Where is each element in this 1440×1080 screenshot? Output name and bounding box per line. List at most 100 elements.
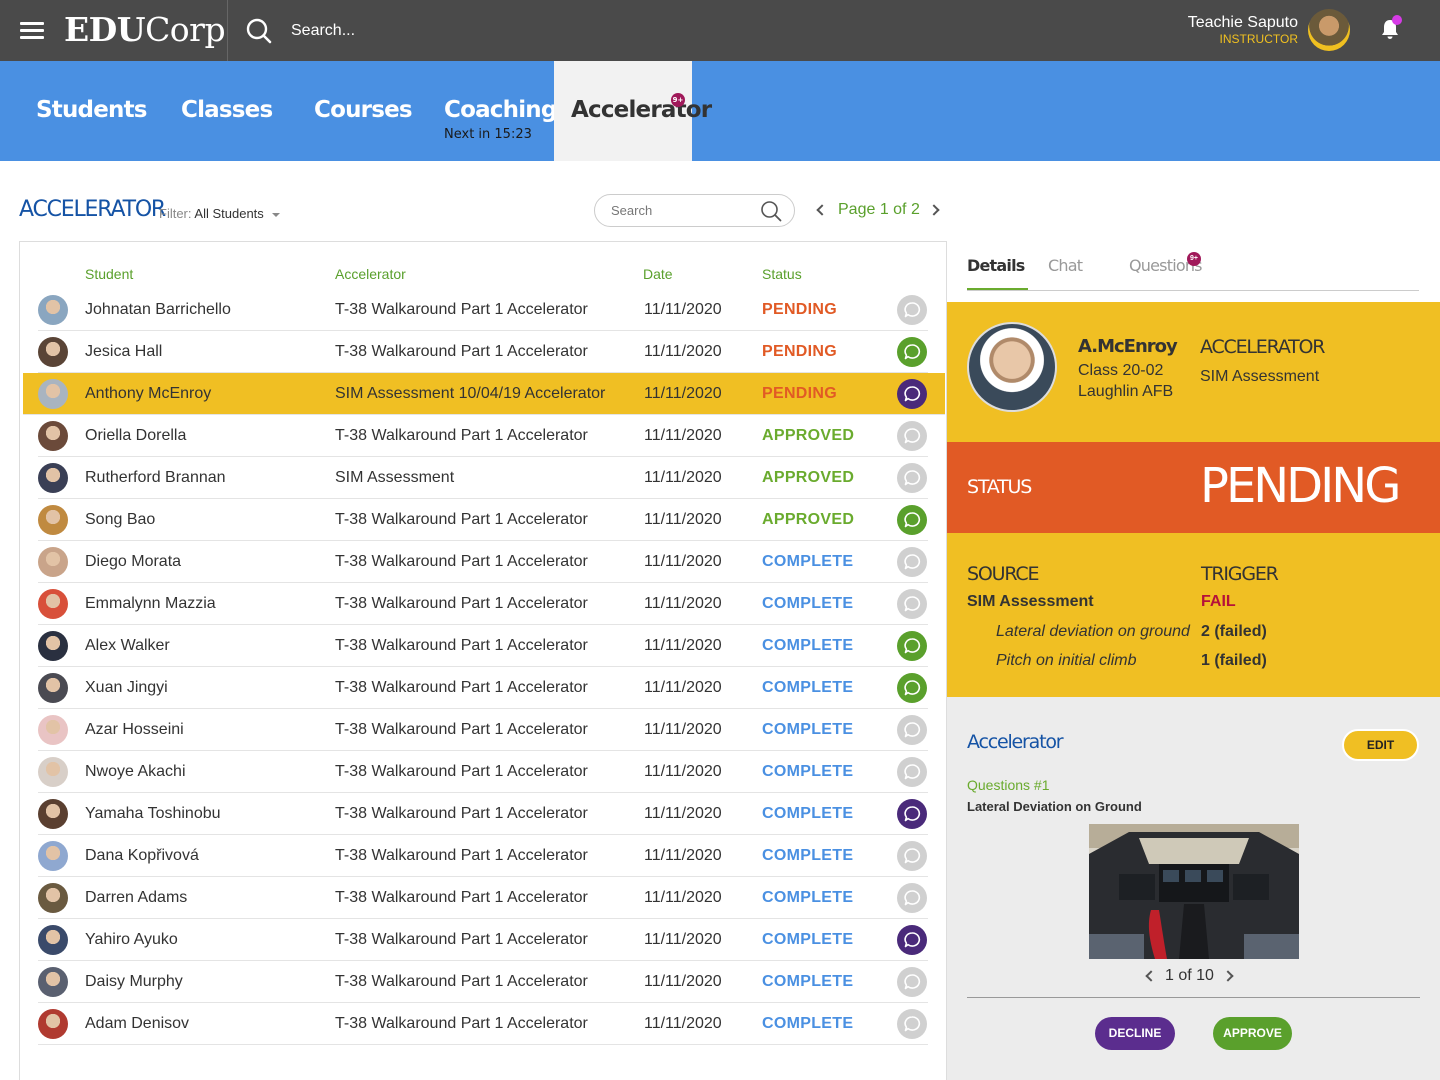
table-row[interactable]: Anthony McEnroy SIM Assessment 10/04/19 A… xyxy=(23,373,945,415)
chat-bubble-icon[interactable] xyxy=(897,631,927,661)
chat-bubble-icon[interactable] xyxy=(897,883,927,913)
chat-bubble-icon[interactable] xyxy=(897,295,927,325)
chat-bubble-icon[interactable] xyxy=(897,463,927,493)
decline-button[interactable]: DECLINE xyxy=(1095,1017,1175,1050)
date-cell: 11/11/2020 xyxy=(644,595,722,612)
student-name: Yahiro Ayuko xyxy=(85,931,178,948)
table-row[interactable]: Adam Denisov T-38 Walkaround Part 1 Accel… xyxy=(38,1003,928,1045)
student-name: Alex Walker xyxy=(85,637,170,654)
avatar xyxy=(38,337,68,367)
filter-label: Filter: xyxy=(159,206,192,221)
tab-chat[interactable]: Chat xyxy=(1048,256,1083,275)
student-profile-card: A.McEnroy Class 20-02 Laughlin AFB ACCEL… xyxy=(947,302,1440,442)
table-row[interactable]: Oriella Dorella T-38 Walkaround Part 1 Ac… xyxy=(38,415,928,457)
table-pager: Page 1 of 2 xyxy=(816,201,940,219)
date-cell: 11/11/2020 xyxy=(644,763,722,780)
table-row[interactable]: Yamaha Toshinobu T-38 Walkaround Part 1 A… xyxy=(38,793,928,835)
student-name: Daisy Murphy xyxy=(85,973,183,990)
tab-label: Classes xyxy=(181,97,273,123)
table-row[interactable]: Rutherford Brannan SIM Assessment 11/11/20… xyxy=(38,457,928,499)
table-row[interactable]: Jesica Hall T-38 Walkaround Part 1 Accele… xyxy=(38,331,928,373)
chevron-right-icon[interactable] xyxy=(928,204,940,216)
chat-bubble-icon[interactable] xyxy=(897,715,927,745)
notification-badge: 9+ xyxy=(1187,252,1201,266)
table-row[interactable]: Song Bao T-38 Walkaround Part 1 Accelerat… xyxy=(38,499,928,541)
chat-bubble-icon[interactable] xyxy=(897,967,927,997)
global-search-input[interactable]: Search... xyxy=(291,22,355,40)
hamburger-menu-icon[interactable] xyxy=(20,22,44,40)
table-row[interactable]: Dana Kopřivová T-38 Walkaround Part 1 Acc… xyxy=(38,835,928,877)
user-role: INSTRUCTOR xyxy=(1219,32,1298,46)
chat-bubble-icon[interactable] xyxy=(897,841,927,871)
chat-bubble-icon[interactable] xyxy=(897,547,927,577)
main-nav: Students Classes Courses Coaching Next i… xyxy=(0,61,1440,161)
avatar xyxy=(38,631,68,661)
student-filter-dropdown[interactable]: Filter: All Students xyxy=(159,206,280,221)
column-header-date[interactable]: Date xyxy=(643,266,673,282)
accelerator-name: T-38 Walkaround Part 1 Accelerator xyxy=(335,595,588,612)
avatar xyxy=(38,379,68,409)
table-row[interactable]: Emmalynn Mazzia T-38 Walkaround Part 1 Ac… xyxy=(38,583,928,625)
chat-bubble-icon[interactable] xyxy=(897,757,927,787)
approve-button[interactable]: APPROVE xyxy=(1213,1017,1292,1050)
chat-bubble-icon[interactable] xyxy=(897,673,927,703)
cockpit-image[interactable] xyxy=(1089,824,1299,959)
table-search-input[interactable] xyxy=(611,203,751,218)
table-row[interactable]: Daisy Murphy T-38 Walkaround Part 1 Accel… xyxy=(38,961,928,1003)
tab-label: Accelerator xyxy=(571,97,712,123)
chevron-right-icon[interactable] xyxy=(1222,970,1234,982)
chat-bubble-icon[interactable] xyxy=(897,421,927,451)
failed-item-count: 2 (failed) xyxy=(1201,623,1267,640)
accelerator-name: T-38 Walkaround Part 1 Accelerator xyxy=(335,511,588,528)
table-row[interactable]: Darren Adams T-38 Walkaround Part 1 Accel… xyxy=(38,877,928,919)
student-name: Xuan Jingyi xyxy=(85,679,168,696)
status-value: PENDING xyxy=(1200,458,1401,514)
table-row[interactable]: Nwoye Akachi T-38 Walkaround Part 1 Accel… xyxy=(38,751,928,793)
status-cell: COMPLETE xyxy=(762,1015,854,1032)
table-row[interactable]: Xuan Jingyi T-38 Walkaround Part 1 Accele… xyxy=(38,667,928,709)
chat-bubble-icon[interactable] xyxy=(897,925,927,955)
user-avatar[interactable] xyxy=(1308,9,1350,51)
chat-bubble-icon[interactable] xyxy=(897,1009,927,1039)
table-row[interactable]: Yahiro Ayuko T-38 Walkaround Part 1 Accel… xyxy=(38,919,928,961)
tab-coaching[interactable]: Coaching Next in 15:23 xyxy=(413,61,557,161)
status-cell: COMPLETE xyxy=(762,973,854,990)
column-header-status[interactable]: Status xyxy=(762,266,802,282)
table-row[interactable]: Johnatan Barrichello T-38 Walkaround Part… xyxy=(38,289,928,331)
source-trigger-card: SOURCE TRIGGER SIM Assessment FAIL Later… xyxy=(947,533,1440,697)
tab-accelerator[interactable]: Accelerator 9+ xyxy=(554,61,712,161)
user-name: Teachie Saputo xyxy=(1187,14,1298,31)
student-name: Emmalynn Mazzia xyxy=(85,595,216,612)
table-row[interactable]: Diego Morata T-38 Walkaround Part 1 Accel… xyxy=(38,541,928,583)
chat-bubble-icon[interactable] xyxy=(897,505,927,535)
question-number: Questions #1 xyxy=(967,777,1050,793)
notification-badge: 9+ xyxy=(671,93,685,107)
table-row[interactable]: Azar Hosseini T-38 Walkaround Part 1 Acce… xyxy=(38,709,928,751)
search-icon[interactable] xyxy=(246,18,272,44)
chevron-left-icon[interactable] xyxy=(1145,970,1157,982)
accelerator-name: T-38 Walkaround Part 1 Accelerator xyxy=(335,343,588,360)
avatar xyxy=(38,715,68,745)
chat-bubble-icon[interactable] xyxy=(897,379,927,409)
avatar xyxy=(38,295,68,325)
accelerator-value: SIM Assessment xyxy=(1200,368,1320,385)
table-row[interactable]: Alex Walker T-38 Walkaround Part 1 Accele… xyxy=(38,625,928,667)
accelerator-name: T-38 Walkaround Part 1 Accelerator xyxy=(335,973,588,990)
student-name: Dana Kopřivová xyxy=(85,847,199,864)
chat-bubble-icon[interactable] xyxy=(897,589,927,619)
chat-bubble-icon[interactable] xyxy=(897,337,927,367)
edit-button[interactable]: EDIT xyxy=(1342,729,1419,761)
date-cell: 11/11/2020 xyxy=(644,469,722,486)
date-cell: 11/11/2020 xyxy=(644,847,722,864)
search-icon[interactable] xyxy=(760,200,782,222)
tab-students[interactable]: Students xyxy=(0,61,150,161)
column-header-accelerator[interactable]: Accelerator xyxy=(335,266,406,282)
column-header-student[interactable]: Student xyxy=(85,266,133,282)
tab-classes[interactable]: Classes xyxy=(150,61,283,161)
status-cell: COMPLETE xyxy=(762,931,854,948)
chevron-left-icon[interactable] xyxy=(816,204,828,216)
tab-courses[interactable]: Courses xyxy=(283,61,413,161)
avatar xyxy=(38,463,68,493)
chat-bubble-icon[interactable] xyxy=(897,799,927,829)
tab-details[interactable]: Details xyxy=(967,256,1025,275)
